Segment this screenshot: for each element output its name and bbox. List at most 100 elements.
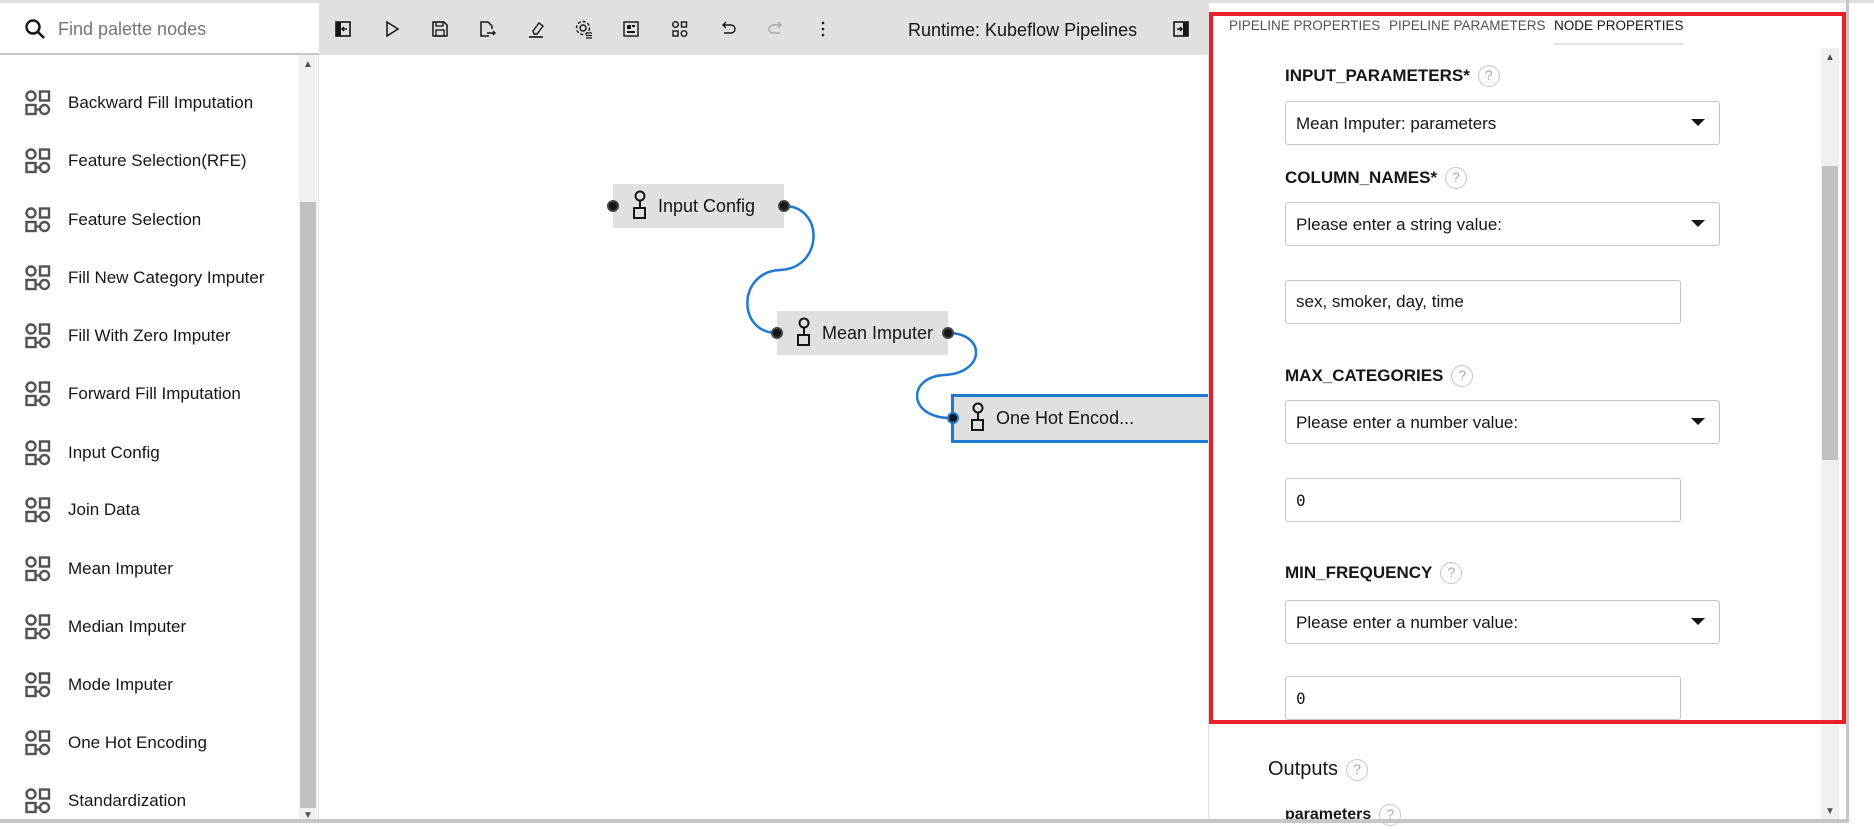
run-button[interactable] xyxy=(379,16,405,42)
save-button[interactable] xyxy=(427,16,453,42)
component-catalog-button[interactable] xyxy=(618,16,644,42)
undo-button[interactable] xyxy=(715,16,741,42)
palette-item-label: Forward Fill Imputation xyxy=(68,384,241,403)
output-port[interactable] xyxy=(778,200,790,212)
field-label-min-frequency: MIN_FREQUENCY? xyxy=(1285,562,1463,584)
palette-search[interactable] xyxy=(0,3,319,55)
max-categories-input[interactable] xyxy=(1285,478,1681,522)
clear-icon xyxy=(529,22,544,38)
palette-item-label: Feature Selection xyxy=(68,210,202,229)
palette-item[interactable]: Join Data xyxy=(0,482,298,538)
node-label: One Hot Encod... xyxy=(996,408,1135,428)
search-icon xyxy=(25,19,45,39)
open-panel-icon xyxy=(1173,21,1189,37)
runtimes-button[interactable] xyxy=(571,16,597,42)
toolbar: Runtime: Kubeflow Pipelines xyxy=(319,3,1208,55)
palette-scrollbar[interactable]: ▲ ▼ xyxy=(299,55,317,823)
scroll-thumb[interactable] xyxy=(300,202,316,808)
palette-item-label: Fill With Zero Imputer xyxy=(68,326,231,345)
scroll-up-icon[interactable]: ▲ xyxy=(1821,52,1839,63)
open-palette-icon xyxy=(335,21,351,37)
pipeline-node-icon xyxy=(25,497,51,523)
label-text: MIN_FREQUENCY xyxy=(1285,563,1433,582)
redo-icon xyxy=(768,21,782,34)
input-port[interactable] xyxy=(607,200,619,212)
pipeline-node-icon xyxy=(25,440,51,466)
palette-item[interactable]: Forward Fill Imputation xyxy=(0,366,298,422)
open-palette-button[interactable] xyxy=(330,16,356,42)
node-one-hot-encoding[interactable]: One Hot Encod... xyxy=(951,394,1211,443)
palette-item-label: Standardization xyxy=(68,791,187,810)
palette-item[interactable]: Mean Imputer xyxy=(0,541,298,597)
export-button[interactable] xyxy=(474,16,500,42)
component-icon xyxy=(633,190,646,219)
palette-item[interactable]: Feature Selection xyxy=(0,192,298,248)
more-button[interactable] xyxy=(810,16,836,42)
caret-down-icon xyxy=(1691,418,1705,425)
column-names-select[interactable]: Please enter a string value: xyxy=(1285,202,1720,246)
arrange-button[interactable] xyxy=(667,16,693,42)
help-icon[interactable]: ? xyxy=(1445,167,1468,189)
input-parameters-select[interactable]: Mean Imputer: parameters xyxy=(1285,101,1720,145)
palette-item[interactable]: Backward Fill Imputation xyxy=(0,75,298,131)
max-categories-select[interactable]: Please enter a number value: xyxy=(1285,400,1720,444)
palette-item[interactable]: One Hot Encoding xyxy=(0,715,298,771)
select-value: Mean Imputer: parameters xyxy=(1296,114,1497,133)
outputs-heading: Outputs? xyxy=(1268,758,1369,781)
pipeline-node-icon xyxy=(25,730,51,756)
search-input[interactable] xyxy=(58,15,308,43)
tab-pipeline-parameters[interactable]: PIPELINE PARAMETERS xyxy=(1389,18,1546,33)
palette-item-label: Mean Imputer xyxy=(68,559,173,578)
heading-text: Outputs xyxy=(1268,758,1339,780)
output-port[interactable] xyxy=(942,327,954,339)
column-names-input[interactable] xyxy=(1285,280,1681,324)
help-icon[interactable]: ? xyxy=(1451,365,1474,387)
palette-item[interactable]: Median Imputer xyxy=(0,599,298,655)
redo-button[interactable] xyxy=(763,16,789,42)
component-icon xyxy=(971,402,984,431)
scroll-thumb[interactable] xyxy=(1822,166,1838,460)
palette-item[interactable]: Input Config xyxy=(0,425,298,481)
caret-down-icon xyxy=(1691,618,1705,625)
field-label-input-parameters: INPUT_PARAMETERS*? xyxy=(1285,65,1500,87)
min-frequency-select[interactable]: Please enter a number value: xyxy=(1285,600,1720,644)
help-icon[interactable]: ? xyxy=(1477,65,1500,87)
label-text: INPUT_PARAMETERS* xyxy=(1285,66,1470,85)
label-text: MAX_CATEGORIES xyxy=(1285,366,1444,385)
palette-item[interactable]: Fill With Zero Imputer xyxy=(0,308,298,364)
scroll-down-icon[interactable]: ▼ xyxy=(1821,806,1839,817)
export-icon xyxy=(480,21,496,37)
pipeline-node-icon xyxy=(25,207,51,233)
more-icon xyxy=(821,21,825,37)
input-port[interactable] xyxy=(771,327,783,339)
help-icon[interactable]: ? xyxy=(1440,562,1463,584)
window-border xyxy=(0,819,1849,823)
tab-node-properties[interactable]: NODE PROPERTIES xyxy=(1554,18,1684,45)
palette-item[interactable]: Fill New Category Imputer xyxy=(0,250,298,306)
palette-item[interactable]: Mode Imputer xyxy=(0,657,298,713)
palette-item[interactable]: Feature Selection(RFE) xyxy=(0,133,298,189)
pipeline-node-icon xyxy=(25,672,51,698)
node-mean-imputer[interactable]: Mean Imputer xyxy=(777,311,948,355)
panel-scrollbar[interactable]: ▲ ▼ xyxy=(1821,48,1839,820)
pipeline-node-icon xyxy=(25,614,51,640)
undo-icon xyxy=(722,21,736,34)
pipeline-node-icon xyxy=(25,265,51,291)
node-input-config[interactable]: Input Config xyxy=(613,184,784,228)
input-port[interactable] xyxy=(947,412,959,424)
caret-down-icon xyxy=(1691,119,1705,126)
min-frequency-input[interactable] xyxy=(1285,676,1681,720)
runtime-label: Runtime: Kubeflow Pipelines xyxy=(908,20,1138,40)
clear-button[interactable] xyxy=(523,16,549,42)
window-border xyxy=(1846,0,1849,823)
help-icon[interactable]: ? xyxy=(1346,758,1369,781)
tab-pipeline-properties[interactable]: PIPELINE PROPERTIES xyxy=(1229,18,1380,33)
caret-down-icon xyxy=(1691,220,1705,227)
node-label: Mean Imputer xyxy=(822,322,934,343)
open-panel-button[interactable] xyxy=(1168,16,1194,42)
pipeline-canvas[interactable]: Input Config Mean Imputer One Hot Encod.… xyxy=(319,55,1211,823)
component-icon xyxy=(797,317,810,346)
pipeline-node-icon xyxy=(25,90,51,116)
label-text: COLUMN_NAMES* xyxy=(1285,168,1438,187)
scroll-up-icon[interactable]: ▲ xyxy=(299,59,317,70)
